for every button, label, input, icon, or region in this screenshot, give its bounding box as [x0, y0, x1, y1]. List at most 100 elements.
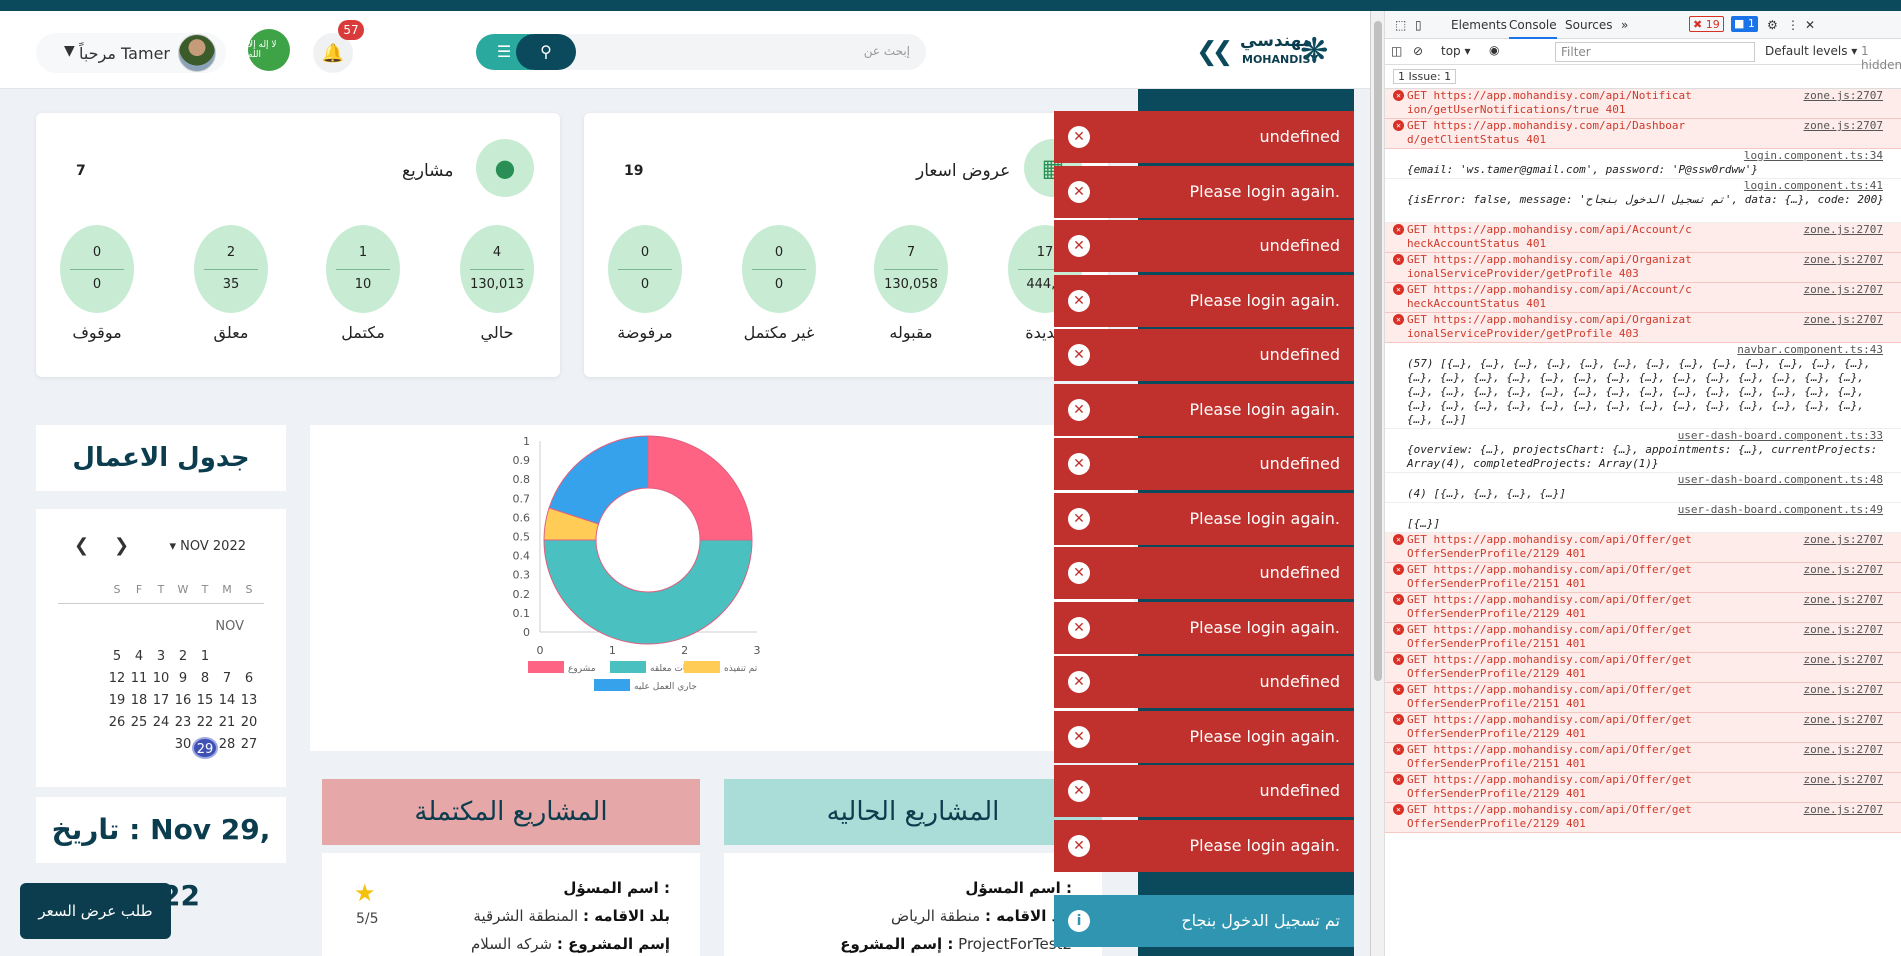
log-text[interactable]: GET https://app.mohandisy.com/api/Offer/…: [1407, 593, 1697, 621]
console-error-row[interactable]: ✕ GET https://app.mohandisy.com/api/Organ…: [1385, 253, 1901, 283]
toast-error[interactable]: ✕ undefined: [1054, 438, 1354, 490]
log-source-link[interactable]: zone.js:2707: [1804, 533, 1883, 547]
console-error-row[interactable]: ✕ GET https://app.mohandisy.com/api/Offer…: [1385, 653, 1901, 683]
log-source-link[interactable]: zone.js:2707: [1804, 773, 1883, 787]
console-error-row[interactable]: ✕ GET https://app.mohandisy.com/api/Accou…: [1385, 223, 1901, 253]
toast-error[interactable]: ✕ undefined: [1054, 656, 1354, 708]
log-source-link[interactable]: user-dash-board.component.ts:33: [1678, 429, 1883, 443]
calendar-month-select[interactable]: ▾ NOV 2022: [169, 539, 246, 554]
log-source-link[interactable]: zone.js:2707: [1804, 223, 1883, 237]
log-source-link[interactable]: zone.js:2707: [1804, 653, 1883, 667]
search-bar[interactable]: ☰ ⚲ إبحث عن: [476, 34, 926, 70]
toast-error[interactable]: ✕ Please login again.: [1054, 819, 1354, 872]
console-error-row[interactable]: ✕ GET https://app.mohandisy.com/api/Dashb…: [1385, 119, 1901, 149]
search-icon[interactable]: ⚲: [516, 34, 576, 70]
toast-error[interactable]: ✕ undefined: [1054, 220, 1354, 272]
console-log-row[interactable]: login.component.ts:41 {isError: false, me…: [1385, 179, 1901, 223]
toast-error[interactable]: ✕ undefined: [1054, 111, 1354, 163]
log-source-link[interactable]: zone.js:2707: [1804, 803, 1883, 817]
page-scrollbar[interactable]: [1371, 11, 1385, 956]
close-icon[interactable]: ✕: [1068, 562, 1090, 584]
issues-bar[interactable]: 1 Issue: 1: [1385, 65, 1901, 89]
console-error-row[interactable]: ✕ GET https://app.mohandisy.com/api/Notif…: [1385, 89, 1901, 119]
close-icon[interactable]: ✕: [1805, 18, 1815, 32]
filter-input[interactable]: Filter: [1555, 42, 1755, 62]
calendar-day[interactable]: 30: [170, 737, 196, 752]
console-error-row[interactable]: ✕ GET https://app.mohandisy.com/api/Offer…: [1385, 713, 1901, 743]
console-error-row[interactable]: ✕ GET https://app.mohandisy.com/api/Offer…: [1385, 743, 1901, 773]
log-source-link[interactable]: zone.js:2707: [1804, 593, 1883, 607]
log-text[interactable]: GET https://app.mohandisy.com/api/Accoun…: [1407, 223, 1697, 251]
toast-error[interactable]: ✕ Please login again.: [1054, 165, 1354, 218]
close-icon[interactable]: ✕: [1068, 725, 1090, 748]
close-icon[interactable]: ✕: [1068, 671, 1090, 693]
eye-icon[interactable]: ◉: [1489, 43, 1499, 57]
search-input[interactable]: إبحث عن: [864, 44, 910, 58]
log-text[interactable]: {isError: false, message: 'تم تسجيل الدخ…: [1407, 193, 1891, 207]
log-text[interactable]: GET https://app.mohandisy.com/api/Organi…: [1407, 253, 1697, 281]
log-source-link[interactable]: zone.js:2707: [1804, 283, 1883, 297]
kebab-menu-icon[interactable]: ⋮: [1787, 18, 1799, 32]
log-text[interactable]: GET https://app.mohandisy.com/api/Offer/…: [1407, 743, 1697, 771]
clear-console-icon[interactable]: ⊘: [1413, 44, 1423, 58]
log-text[interactable]: GET https://app.mohandisy.com/api/Dashbo…: [1407, 119, 1697, 147]
log-text[interactable]: GET https://app.mohandisy.com/api/Offer/…: [1407, 803, 1697, 831]
log-text[interactable]: GET https://app.mohandisy.com/api/Offer/…: [1407, 563, 1697, 591]
console-error-row[interactable]: ✕ GET https://app.mohandisy.com/api/Offer…: [1385, 563, 1901, 593]
pie-slice[interactable]: [548, 435, 649, 525]
log-text[interactable]: GET https://app.mohandisy.com/api/Offer/…: [1407, 623, 1697, 651]
close-icon[interactable]: ✕: [1068, 453, 1090, 475]
log-source-link[interactable]: zone.js:2707: [1804, 623, 1883, 637]
console-error-row[interactable]: ✕ GET https://app.mohandisy.com/api/Offer…: [1385, 593, 1901, 623]
log-source-link[interactable]: zone.js:2707: [1804, 713, 1883, 727]
sidebar-toggle-icon[interactable]: ◫: [1391, 44, 1402, 58]
toast-error[interactable]: ✕ Please login again.: [1054, 274, 1354, 327]
log-text[interactable]: GET https://app.mohandisy.com/api/Accoun…: [1407, 283, 1697, 311]
toast-error[interactable]: ✕ undefined: [1054, 765, 1354, 817]
more-tabs-icon[interactable]: »: [1621, 18, 1628, 32]
log-source-link[interactable]: zone.js:2707: [1804, 119, 1883, 133]
close-icon[interactable]: ✕: [1068, 507, 1090, 530]
close-icon[interactable]: ✕: [1068, 180, 1090, 203]
log-text[interactable]: {overview: {…}, projectsChart: {…}, appo…: [1407, 443, 1891, 471]
settings-icon[interactable]: ⚙: [1767, 18, 1778, 32]
console-log-row[interactable]: user-dash-board.component.ts:33 {overview…: [1385, 429, 1901, 473]
console-log-row[interactable]: user-dash-board.component.ts:49 [{…}]: [1385, 503, 1901, 533]
log-text[interactable]: {email: 'ws.tamer@gmail.com', password: …: [1407, 163, 1891, 177]
language-flag-icon[interactable]: لا إله إلا الله: [248, 29, 290, 71]
toast-error[interactable]: ✕ Please login again.: [1054, 383, 1354, 436]
log-source-link[interactable]: zone.js:2707: [1804, 313, 1883, 327]
toast-success[interactable]: i تم تسجيل الدخول بنجاح: [1054, 895, 1354, 947]
log-source-link[interactable]: user-dash-board.component.ts:49: [1678, 503, 1883, 517]
log-source-link[interactable]: zone.js:2707: [1804, 253, 1883, 267]
avatar[interactable]: [178, 34, 216, 72]
levels-select[interactable]: Default levels ▾: [1765, 44, 1857, 58]
close-icon[interactable]: ✕: [1068, 344, 1090, 366]
log-text[interactable]: GET https://app.mohandisy.com/api/Offer/…: [1407, 773, 1697, 801]
log-text[interactable]: GET https://app.mohandisy.com/api/Offer/…: [1407, 653, 1697, 681]
info-count-badge[interactable]: ■ 1: [1731, 16, 1758, 32]
log-text[interactable]: GET https://app.mohandisy.com/api/Notifi…: [1407, 89, 1697, 117]
calendar-day[interactable]: 26: [104, 715, 130, 730]
console-log-row[interactable]: login.component.ts:34 {email: 'ws.tamer@g…: [1385, 149, 1901, 179]
close-icon[interactable]: ✕: [1068, 616, 1090, 639]
console-error-row[interactable]: ✕ GET https://app.mohandisy.com/api/Offer…: [1385, 773, 1901, 803]
console-log-row[interactable]: user-dash-board.component.ts:48 (4) [{…},…: [1385, 473, 1901, 503]
console-log-row[interactable]: navbar.component.ts:43 (57) [{…}, {…}, {……: [1385, 343, 1901, 429]
log-source-link[interactable]: zone.js:2707: [1804, 743, 1883, 757]
device-icon[interactable]: ▯: [1415, 18, 1422, 32]
toast-error[interactable]: ✕ Please login again.: [1054, 710, 1354, 763]
error-count-badge[interactable]: ✖ 19: [1689, 16, 1724, 32]
console-error-row[interactable]: ✕ GET https://app.mohandisy.com/api/Offer…: [1385, 803, 1901, 833]
close-icon[interactable]: ✕: [1068, 235, 1090, 257]
log-text[interactable]: GET https://app.mohandisy.com/api/Offer/…: [1407, 683, 1697, 711]
log-text[interactable]: GET https://app.mohandisy.com/api/Offer/…: [1407, 713, 1697, 741]
log-text[interactable]: [{…}]: [1407, 517, 1891, 531]
collapse-sidebar-icon[interactable]: ❮❮: [1196, 37, 1233, 67]
log-source-link[interactable]: zone.js:2707: [1804, 683, 1883, 697]
tab-elements[interactable]: Elements: [1451, 18, 1507, 32]
calendar-day[interactable]: 12: [104, 671, 130, 686]
close-icon[interactable]: ✕: [1068, 289, 1090, 312]
console-error-row[interactable]: ✕ GET https://app.mohandisy.com/api/Offer…: [1385, 683, 1901, 713]
console-error-row[interactable]: ✕ GET https://app.mohandisy.com/api/Accou…: [1385, 283, 1901, 313]
